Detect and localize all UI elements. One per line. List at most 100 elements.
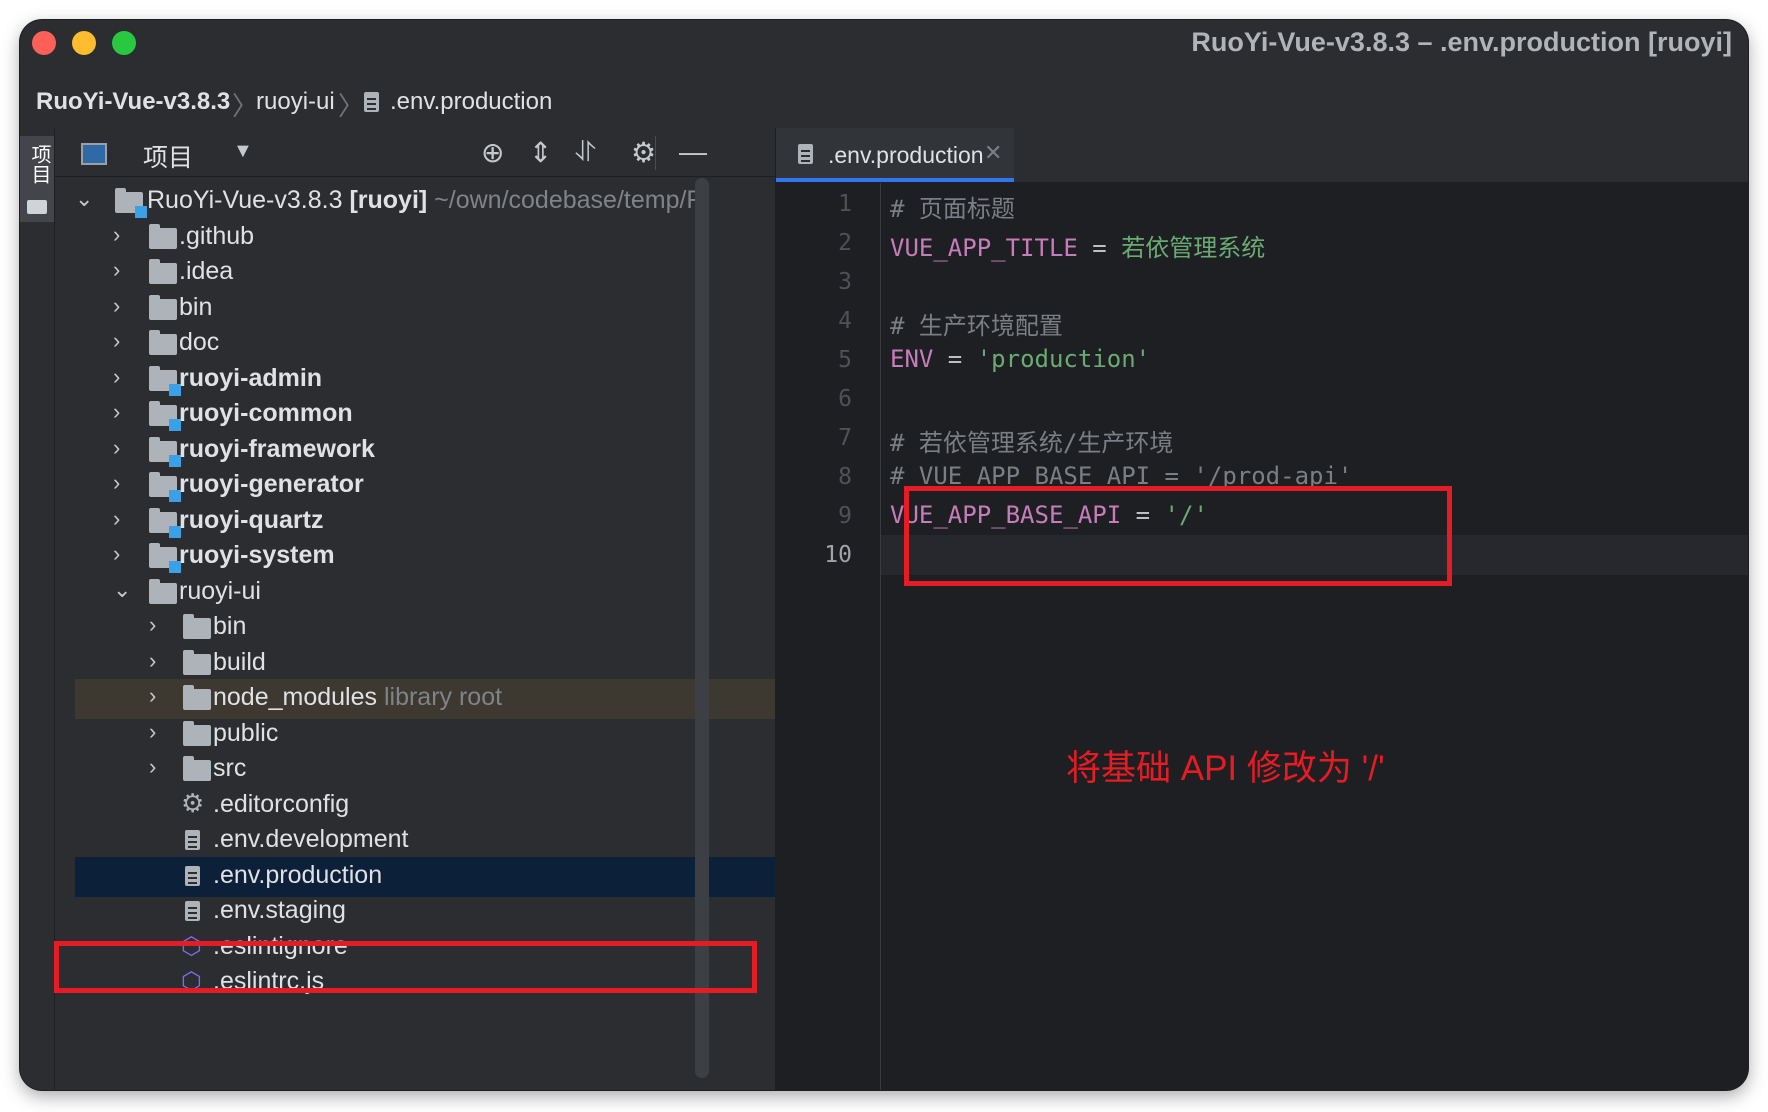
locate-file-icon[interactable]: ⊕ [481, 136, 504, 169]
folder-icon [183, 650, 211, 675]
tree-label: ruoyi-generator [179, 470, 364, 498]
minimize-window-button[interactable] [72, 31, 96, 55]
code-operator: = [1077, 234, 1122, 262]
tree-label: .env.development [213, 825, 409, 853]
left-tool-stripe: 项目 [20, 128, 55, 1090]
project-view-selector[interactable]: 项目 [143, 138, 193, 174]
project-path: ~/own/codebase/temp/R [434, 186, 705, 214]
tree-row[interactable]: › ruoyi-framework [55, 431, 775, 471]
line-number: 5 [838, 347, 852, 373]
folder-icon [183, 721, 211, 746]
tree-row[interactable]: › public [55, 715, 775, 755]
tree-row[interactable]: › ruoyi-generator [55, 466, 775, 506]
breadcrumb-file[interactable]: .env.production [390, 88, 552, 116]
chevron-right-icon[interactable]: › [113, 293, 120, 319]
code-line: # 页面标题 [890, 189, 1015, 224]
chevron-right-icon[interactable]: › [113, 222, 120, 248]
code-value: 'production' [976, 345, 1151, 373]
breadcrumb-project[interactable]: RuoYi-Vue-v3.8.3 [36, 88, 230, 116]
tree-label: ruoyi-framework [179, 435, 375, 463]
tree-row[interactable]: › bin [55, 608, 775, 648]
tab-env-production[interactable]: .env.production ✕ [776, 128, 1014, 182]
module-folder-icon [149, 472, 181, 502]
tree-label: ruoyi-ui [179, 577, 261, 605]
project-tool-window-button[interactable]: 项目 [20, 136, 54, 222]
code-comment: # 生产环境配置 [890, 312, 1063, 340]
project-view-icon [81, 143, 107, 165]
line-number: 3 [838, 269, 852, 295]
folder-icon [183, 756, 211, 781]
chevron-right-icon[interactable]: › [113, 399, 120, 425]
line-number: 7 [838, 425, 852, 451]
close-window-button[interactable] [32, 31, 56, 55]
tree-row[interactable]: › .idea [55, 253, 775, 293]
gear-icon[interactable]: ⚙ [631, 136, 656, 169]
highlight-box-base-api [904, 486, 1452, 586]
chevron-right-icon[interactable]: › [149, 648, 156, 674]
zoom-window-button[interactable] [112, 31, 136, 55]
chevron-right-icon[interactable]: › [149, 683, 156, 709]
close-icon[interactable]: ✕ [984, 140, 1002, 166]
expand-all-icon[interactable]: ⇕ [529, 136, 552, 169]
tree-label: bin [179, 293, 213, 321]
chevron-down-icon[interactable]: ▼ [233, 140, 253, 163]
chevron-right-icon[interactable]: › [113, 364, 120, 390]
project-toolbar: 项目 ▼ ⊕ ⇕ ⥯ ⚙ — [55, 128, 775, 177]
line-number: 4 [838, 308, 852, 334]
gear-icon: ⚙ [181, 788, 205, 818]
hide-panel-icon[interactable]: — [679, 136, 707, 168]
tree-row[interactable]: › src [55, 750, 775, 790]
chevron-right-icon[interactable]: › [113, 541, 120, 567]
tree-row-root[interactable]: ⌄ RuoYi-Vue-v3.8.3 [ruoyi] ~/own/codebas… [55, 182, 775, 222]
project-tool-label: 项目 [28, 144, 50, 184]
tree-label: RuoYi-Vue-v3.8.3 [147, 186, 343, 214]
module-folder-icon [149, 543, 181, 573]
tree-row[interactable]: .env.staging [55, 892, 775, 932]
code-line: # 若依管理系统/生产环境 [890, 423, 1173, 458]
code-key: ENV [890, 345, 934, 373]
chevron-right-icon[interactable]: › [149, 612, 156, 638]
breadcrumb-separator-icon: 〉 [232, 91, 259, 121]
chevron-right-icon[interactable]: › [149, 719, 156, 745]
file-icon [185, 830, 200, 850]
chevron-right-icon[interactable]: › [113, 435, 120, 461]
chevron-down-icon[interactable]: ⌄ [113, 577, 131, 603]
chevron-right-icon[interactable]: › [113, 506, 120, 532]
tree-row[interactable]: › ruoyi-system [55, 537, 775, 577]
tree-row-selected[interactable]: .env.production [75, 857, 775, 897]
module-folder-icon [149, 401, 181, 431]
line-number: 2 [838, 230, 852, 256]
tree-row[interactable]: › ruoyi-quartz [55, 502, 775, 542]
highlight-box-selected-file [54, 941, 757, 993]
line-number: 6 [838, 386, 852, 412]
collapse-all-icon[interactable]: ⥯ [575, 136, 596, 169]
chevron-right-icon[interactable]: › [113, 328, 120, 354]
breadcrumb-folder[interactable]: ruoyi-ui [256, 88, 335, 116]
tree-row-library-root[interactable]: › node_modules library root [75, 679, 775, 719]
code-value: 若依管理系统 [1121, 234, 1266, 262]
code-comment: # 若依管理系统/生产环境 [890, 429, 1174, 457]
file-icon [364, 92, 379, 112]
tree-row[interactable]: › doc [55, 324, 775, 364]
chevron-right-icon[interactable]: › [113, 470, 120, 496]
chevron-right-icon[interactable]: › [113, 257, 120, 283]
tree-label: .github [179, 222, 255, 250]
file-icon [185, 901, 200, 921]
tree-row[interactable]: › bin [55, 289, 775, 329]
tree-row[interactable]: › ruoyi-common [55, 395, 775, 435]
tree-row[interactable]: › build [55, 644, 775, 684]
code-line: ENV = 'production' [890, 345, 1150, 373]
code-editor[interactable]: 1 2 3 4 5 6 7 8 9 10 # 页面标题 VUE_APP_TITL… [776, 183, 1748, 1090]
module-folder-icon [149, 366, 181, 396]
folder-icon [183, 614, 211, 639]
chevron-right-icon[interactable]: › [149, 754, 156, 780]
folder-icon [183, 685, 211, 710]
tree-row[interactable]: .env.development [55, 821, 775, 861]
tree-row[interactable]: ⚙ .editorconfig [55, 786, 775, 826]
folder-icon [149, 330, 177, 355]
chevron-down-icon[interactable]: ⌄ [75, 186, 93, 212]
tree-row[interactable]: ⌄ ruoyi-ui [55, 573, 775, 613]
tree-row[interactable]: › .github [55, 218, 775, 258]
tree-label: node_modules [213, 683, 378, 711]
tree-row[interactable]: › ruoyi-admin [55, 360, 775, 400]
